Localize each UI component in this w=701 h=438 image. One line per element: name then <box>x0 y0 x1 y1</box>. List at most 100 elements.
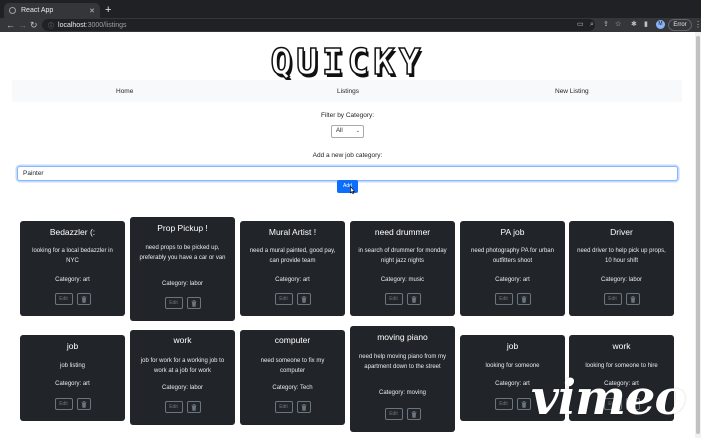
delete-button[interactable] <box>296 401 311 413</box>
trash-icon <box>411 296 416 303</box>
delete-button[interactable] <box>186 401 201 413</box>
edit-button[interactable]: Edit <box>54 398 73 410</box>
back-icon[interactable]: ← <box>6 19 15 31</box>
delete-button[interactable] <box>76 293 91 305</box>
zoom-icon[interactable]: ⌕ <box>590 20 594 30</box>
bookmark-star-icon[interactable]: ☆ <box>615 20 621 30</box>
edit-button[interactable]: Edit <box>54 293 73 305</box>
category-filter-select[interactable]: All ⌄ <box>331 125 364 138</box>
listing-actions: Edit <box>20 293 125 305</box>
listing-card: work job for work for a working job to wo… <box>130 330 235 425</box>
listing-title: PA job <box>500 227 525 237</box>
page-scrollbar[interactable] <box>695 32 701 438</box>
browser-menu-icon[interactable]: ⋮ <box>694 19 701 31</box>
globe-icon <box>9 7 16 14</box>
listing-description: job listing <box>59 363 85 369</box>
address-bar[interactable]: ⓘ localhost :3000/listings <box>42 19 595 31</box>
scrollbar-thumb[interactable] <box>696 36 700 434</box>
listing-title: job <box>506 341 519 351</box>
edit-button[interactable]: Edit <box>384 293 403 305</box>
site-info-icon[interactable]: ⓘ <box>48 21 54 30</box>
listing-category: Category: moving <box>378 390 427 396</box>
listing-title: Bedazzler (: <box>49 227 96 237</box>
listing-category: Category: labor <box>600 277 643 283</box>
listing-description: in search of drummer for monday night ja… <box>358 248 447 264</box>
listing-actions: Edit <box>130 401 235 413</box>
delete-button[interactable] <box>186 297 201 309</box>
listing-actions: Edit <box>20 398 125 410</box>
reload-icon[interactable]: ↻ <box>30 19 38 31</box>
listing-category: Category: art <box>55 277 90 283</box>
quicky-logo: QUICKY <box>270 41 425 84</box>
delete-button[interactable] <box>516 293 531 305</box>
edit-button[interactable]: Edit <box>494 293 513 305</box>
filter-label: Filter by Category: <box>320 112 375 119</box>
listing-title: moving piano <box>377 332 428 342</box>
edit-button[interactable]: Edit <box>164 401 183 413</box>
delete-button[interactable] <box>625 293 640 305</box>
listing-category: Category: music <box>380 277 425 283</box>
delete-button[interactable] <box>76 398 91 410</box>
listing-title: Prop Pickup ! <box>157 223 208 233</box>
nav-new-listing[interactable]: New Listing <box>555 88 589 95</box>
main-navbar: Home Listings New Listing <box>12 80 682 102</box>
sidebar-icon[interactable]: ▮ <box>644 20 648 30</box>
edit-button[interactable]: Edit <box>274 401 293 413</box>
vimeo-watermark: vimeo <box>531 370 686 426</box>
listing-card: computer need someone to fix my computer C… <box>240 330 345 425</box>
listing-title: computer <box>274 335 311 345</box>
edit-button[interactable]: Edit <box>384 408 403 420</box>
listing-category: Category: art <box>55 381 90 387</box>
listing-title: need drummer <box>374 227 431 237</box>
url-path: :3000/listings <box>85 21 127 29</box>
listing-category: Category: art <box>275 277 310 283</box>
edit-button[interactable]: Edit <box>164 297 183 309</box>
listing-card: moving piano need help moving piano from … <box>350 326 455 432</box>
page-viewport: QUICKY Home Listings New Listing Filter … <box>0 32 695 438</box>
trash-icon <box>301 296 306 303</box>
listing-card: Prop Pickup ! need props to be picked up,… <box>130 217 235 321</box>
listing-card: PA job need photography PA for urban outf… <box>460 221 565 316</box>
listing-description: need driver to help pick up props, 10 ho… <box>577 248 666 264</box>
listing-actions: Edit <box>240 401 345 413</box>
trash-icon <box>81 296 86 303</box>
browser-tab[interactable]: React App ✕ <box>4 3 100 18</box>
listing-card: Bedazzler (: looking for a local bedazzle… <box>20 221 125 316</box>
close-tab-icon[interactable]: ✕ <box>89 7 95 15</box>
listing-category: Category: labor <box>161 385 204 391</box>
nav-listings[interactable]: Listings <box>337 88 359 95</box>
delete-button[interactable] <box>406 408 421 420</box>
delete-button[interactable] <box>516 398 531 410</box>
edit-button[interactable]: Edit <box>274 293 293 305</box>
trash-icon <box>191 300 196 307</box>
listing-card: Driver need driver to help pick up props,… <box>569 221 674 316</box>
trash-icon <box>411 411 416 418</box>
tab-title: React App <box>21 7 54 14</box>
listing-description: need a mural painted, good pay, can prov… <box>249 248 336 264</box>
nav-home[interactable]: Home <box>116 88 133 95</box>
listing-title: Driver <box>610 227 633 237</box>
listing-actions: Edit <box>350 408 455 420</box>
listing-actions: Edit <box>130 297 235 309</box>
listing-description: need photography PA for urban outfitters… <box>471 248 554 264</box>
edit-button[interactable]: Edit <box>603 293 622 305</box>
forward-icon[interactable]: → <box>18 19 27 31</box>
error-badge[interactable]: Error <box>668 19 692 31</box>
extensions-icon[interactable]: ✱ <box>631 20 637 30</box>
category-input[interactable]: Painter <box>17 166 678 181</box>
filter-selected-value: All <box>336 128 343 134</box>
trash-icon <box>191 404 196 411</box>
listing-actions: Edit <box>460 293 565 305</box>
listing-card: job job listing Category: art Edit <box>20 335 125 421</box>
delete-button[interactable] <box>406 293 421 305</box>
profile-avatar[interactable]: M <box>656 20 665 29</box>
share-icon[interactable]: ⇪ <box>603 20 609 30</box>
listing-title: Mural Artist ! <box>268 227 317 237</box>
new-tab-button[interactable]: + <box>105 3 111 17</box>
trash-icon <box>301 404 306 411</box>
cast-icon[interactable]: ▭ <box>577 20 584 30</box>
edit-button[interactable]: Edit <box>494 398 513 410</box>
listing-card: need drummer in search of drummer for mon… <box>350 221 455 316</box>
delete-button[interactable] <box>296 293 311 305</box>
trash-icon <box>81 401 86 408</box>
